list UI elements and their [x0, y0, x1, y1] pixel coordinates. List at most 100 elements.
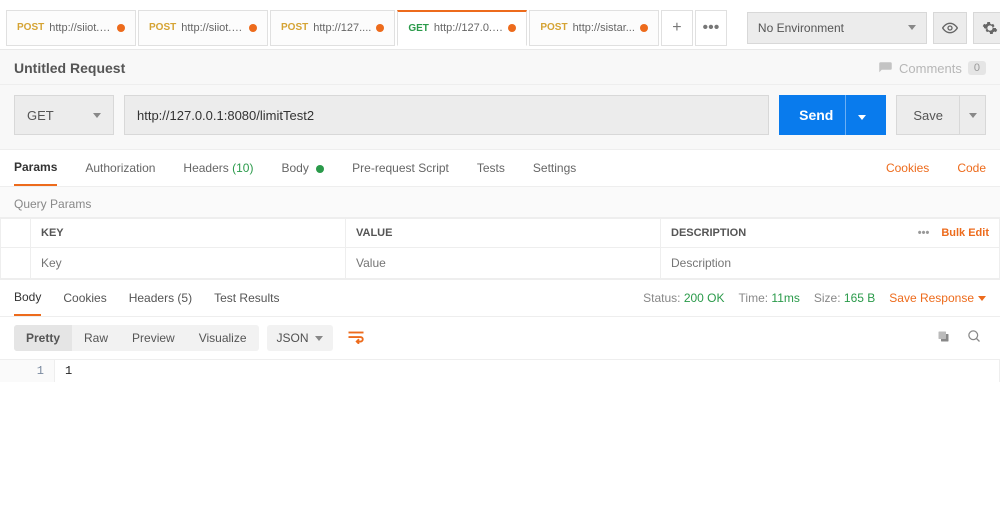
environment-select[interactable]: No Environment: [747, 12, 927, 44]
tab-headers-count: (10): [232, 161, 253, 175]
cookies-link[interactable]: Cookies: [886, 161, 929, 185]
save-group: Save: [896, 95, 986, 135]
response-toolbar: Pretty Raw Preview Visualize JSON: [0, 317, 1000, 360]
save-dropdown[interactable]: [960, 95, 986, 135]
tab-strip: POST http://siiot.e... POST http://siiot…: [6, 6, 727, 49]
save-response-label: Save Response: [889, 291, 974, 305]
gear-icon: [982, 20, 998, 36]
wrap-icon: [347, 330, 365, 344]
new-tab-button[interactable]: +: [661, 10, 693, 46]
comment-icon: [878, 61, 893, 76]
bulk-edit-link[interactable]: Bulk Edit: [941, 227, 989, 239]
body-dot-icon: [316, 165, 324, 173]
top-bar: POST http://siiot.e... POST http://siiot…: [0, 0, 1000, 50]
send-caret[interactable]: [845, 95, 866, 135]
size-meta: Size: 165 B: [814, 291, 875, 305]
tab-body-label: Body: [281, 161, 308, 175]
send-label: Send: [799, 107, 833, 123]
response-body: 1 1: [0, 360, 1000, 382]
response-tabs-row: Body Cookies Headers (5) Test Results St…: [0, 279, 1000, 317]
request-tab[interactable]: POST http://127....: [270, 10, 395, 46]
comments-count: 0: [968, 61, 986, 75]
resp-tab-tests[interactable]: Test Results: [214, 281, 279, 315]
size-value: 165 B: [844, 291, 875, 305]
tab-headers-label: Headers: [183, 161, 228, 175]
tab-authorization[interactable]: Authorization: [85, 161, 155, 185]
tab-url: http://siiot.e...: [181, 22, 244, 34]
request-tab[interactable]: POST http://siiot.e...: [6, 10, 136, 46]
col-description-label: DESCRIPTION: [671, 227, 746, 239]
code-link[interactable]: Code: [957, 161, 986, 185]
chevron-down-icon: [908, 25, 916, 30]
wrap-lines-button[interactable]: [341, 326, 371, 351]
table-row: [1, 248, 1000, 279]
value-input[interactable]: [356, 256, 650, 270]
comments-label: Comments: [899, 61, 962, 76]
request-tab[interactable]: POST http://siiot.e...: [138, 10, 268, 46]
tab-method: GET: [408, 23, 429, 34]
tab-tests[interactable]: Tests: [477, 161, 505, 185]
tab-method: POST: [540, 22, 567, 33]
environment-selected: No Environment: [758, 21, 844, 35]
request-title: Untitled Request: [14, 60, 125, 76]
search-button[interactable]: [963, 325, 986, 351]
view-raw[interactable]: Raw: [72, 325, 120, 351]
unsaved-dot-icon: [640, 24, 648, 32]
url-input[interactable]: [124, 95, 769, 135]
status-value: 200 OK: [684, 291, 725, 305]
environment-area: No Environment: [747, 12, 1000, 44]
resp-tab-body[interactable]: Body: [14, 280, 41, 316]
more-icon[interactable]: •••: [918, 227, 930, 239]
resp-tab-headers[interactable]: Headers (5): [129, 281, 192, 315]
tab-url: http://127.0.0...: [434, 22, 503, 34]
tab-overflow-button[interactable]: •••: [695, 10, 727, 46]
tab-headers[interactable]: Headers (10): [183, 161, 253, 185]
tab-settings[interactable]: Settings: [533, 161, 576, 185]
view-pretty[interactable]: Pretty: [14, 325, 72, 351]
view-preview[interactable]: Preview: [120, 325, 187, 351]
environment-settings-button[interactable]: [973, 12, 1000, 44]
tab-params[interactable]: Params: [14, 160, 57, 186]
tab-body[interactable]: Body: [281, 161, 324, 185]
response-content[interactable]: 1: [55, 360, 1000, 382]
save-button[interactable]: Save: [896, 95, 960, 135]
search-icon: [967, 329, 982, 344]
request-tab[interactable]: POST http://sistar...: [529, 10, 659, 46]
method-select[interactable]: GET: [14, 95, 114, 135]
method-selected: GET: [27, 108, 54, 123]
unsaved-dot-icon: [117, 24, 125, 32]
request-titlebar: Untitled Request Comments 0: [0, 50, 1000, 85]
comments-button[interactable]: Comments 0: [878, 61, 986, 76]
chevron-down-icon: [93, 113, 101, 118]
tab-method: POST: [149, 22, 176, 33]
tab-method: POST: [281, 22, 308, 33]
unsaved-dot-icon: [508, 24, 516, 32]
request-tab-active[interactable]: GET http://127.0.0...: [397, 10, 527, 46]
key-input[interactable]: [41, 256, 335, 270]
tab-prerequest[interactable]: Pre-request Script: [352, 161, 449, 185]
environment-preview-button[interactable]: [933, 12, 967, 44]
view-visualize[interactable]: Visualize: [187, 325, 259, 351]
copy-button[interactable]: [932, 325, 955, 351]
time-meta: Time: 11ms: [739, 291, 800, 305]
status-meta: Status: 200 OK: [643, 291, 724, 305]
unsaved-dot-icon: [376, 24, 384, 32]
col-description: DESCRIPTION ••• Bulk Edit: [661, 219, 1000, 248]
col-key: KEY: [31, 219, 346, 248]
tab-url: http://127....: [313, 22, 371, 34]
send-button[interactable]: Send: [779, 95, 886, 135]
tab-url: http://sistar...: [573, 22, 635, 34]
save-response-button[interactable]: Save Response: [889, 291, 986, 305]
resp-tab-headers-count: (5): [177, 291, 192, 305]
eye-icon: [942, 20, 958, 36]
description-input[interactable]: [671, 256, 989, 270]
line-number: 1: [0, 360, 55, 382]
format-label: JSON: [277, 331, 309, 345]
resp-tab-cookies[interactable]: Cookies: [63, 281, 106, 315]
format-select[interactable]: JSON: [267, 325, 333, 351]
chevron-down-icon: [858, 115, 866, 120]
chevron-down-icon: [315, 336, 323, 341]
tab-method: POST: [17, 22, 44, 33]
request-bar: GET Send Save: [0, 85, 1000, 150]
time-value: 11ms: [771, 291, 799, 305]
